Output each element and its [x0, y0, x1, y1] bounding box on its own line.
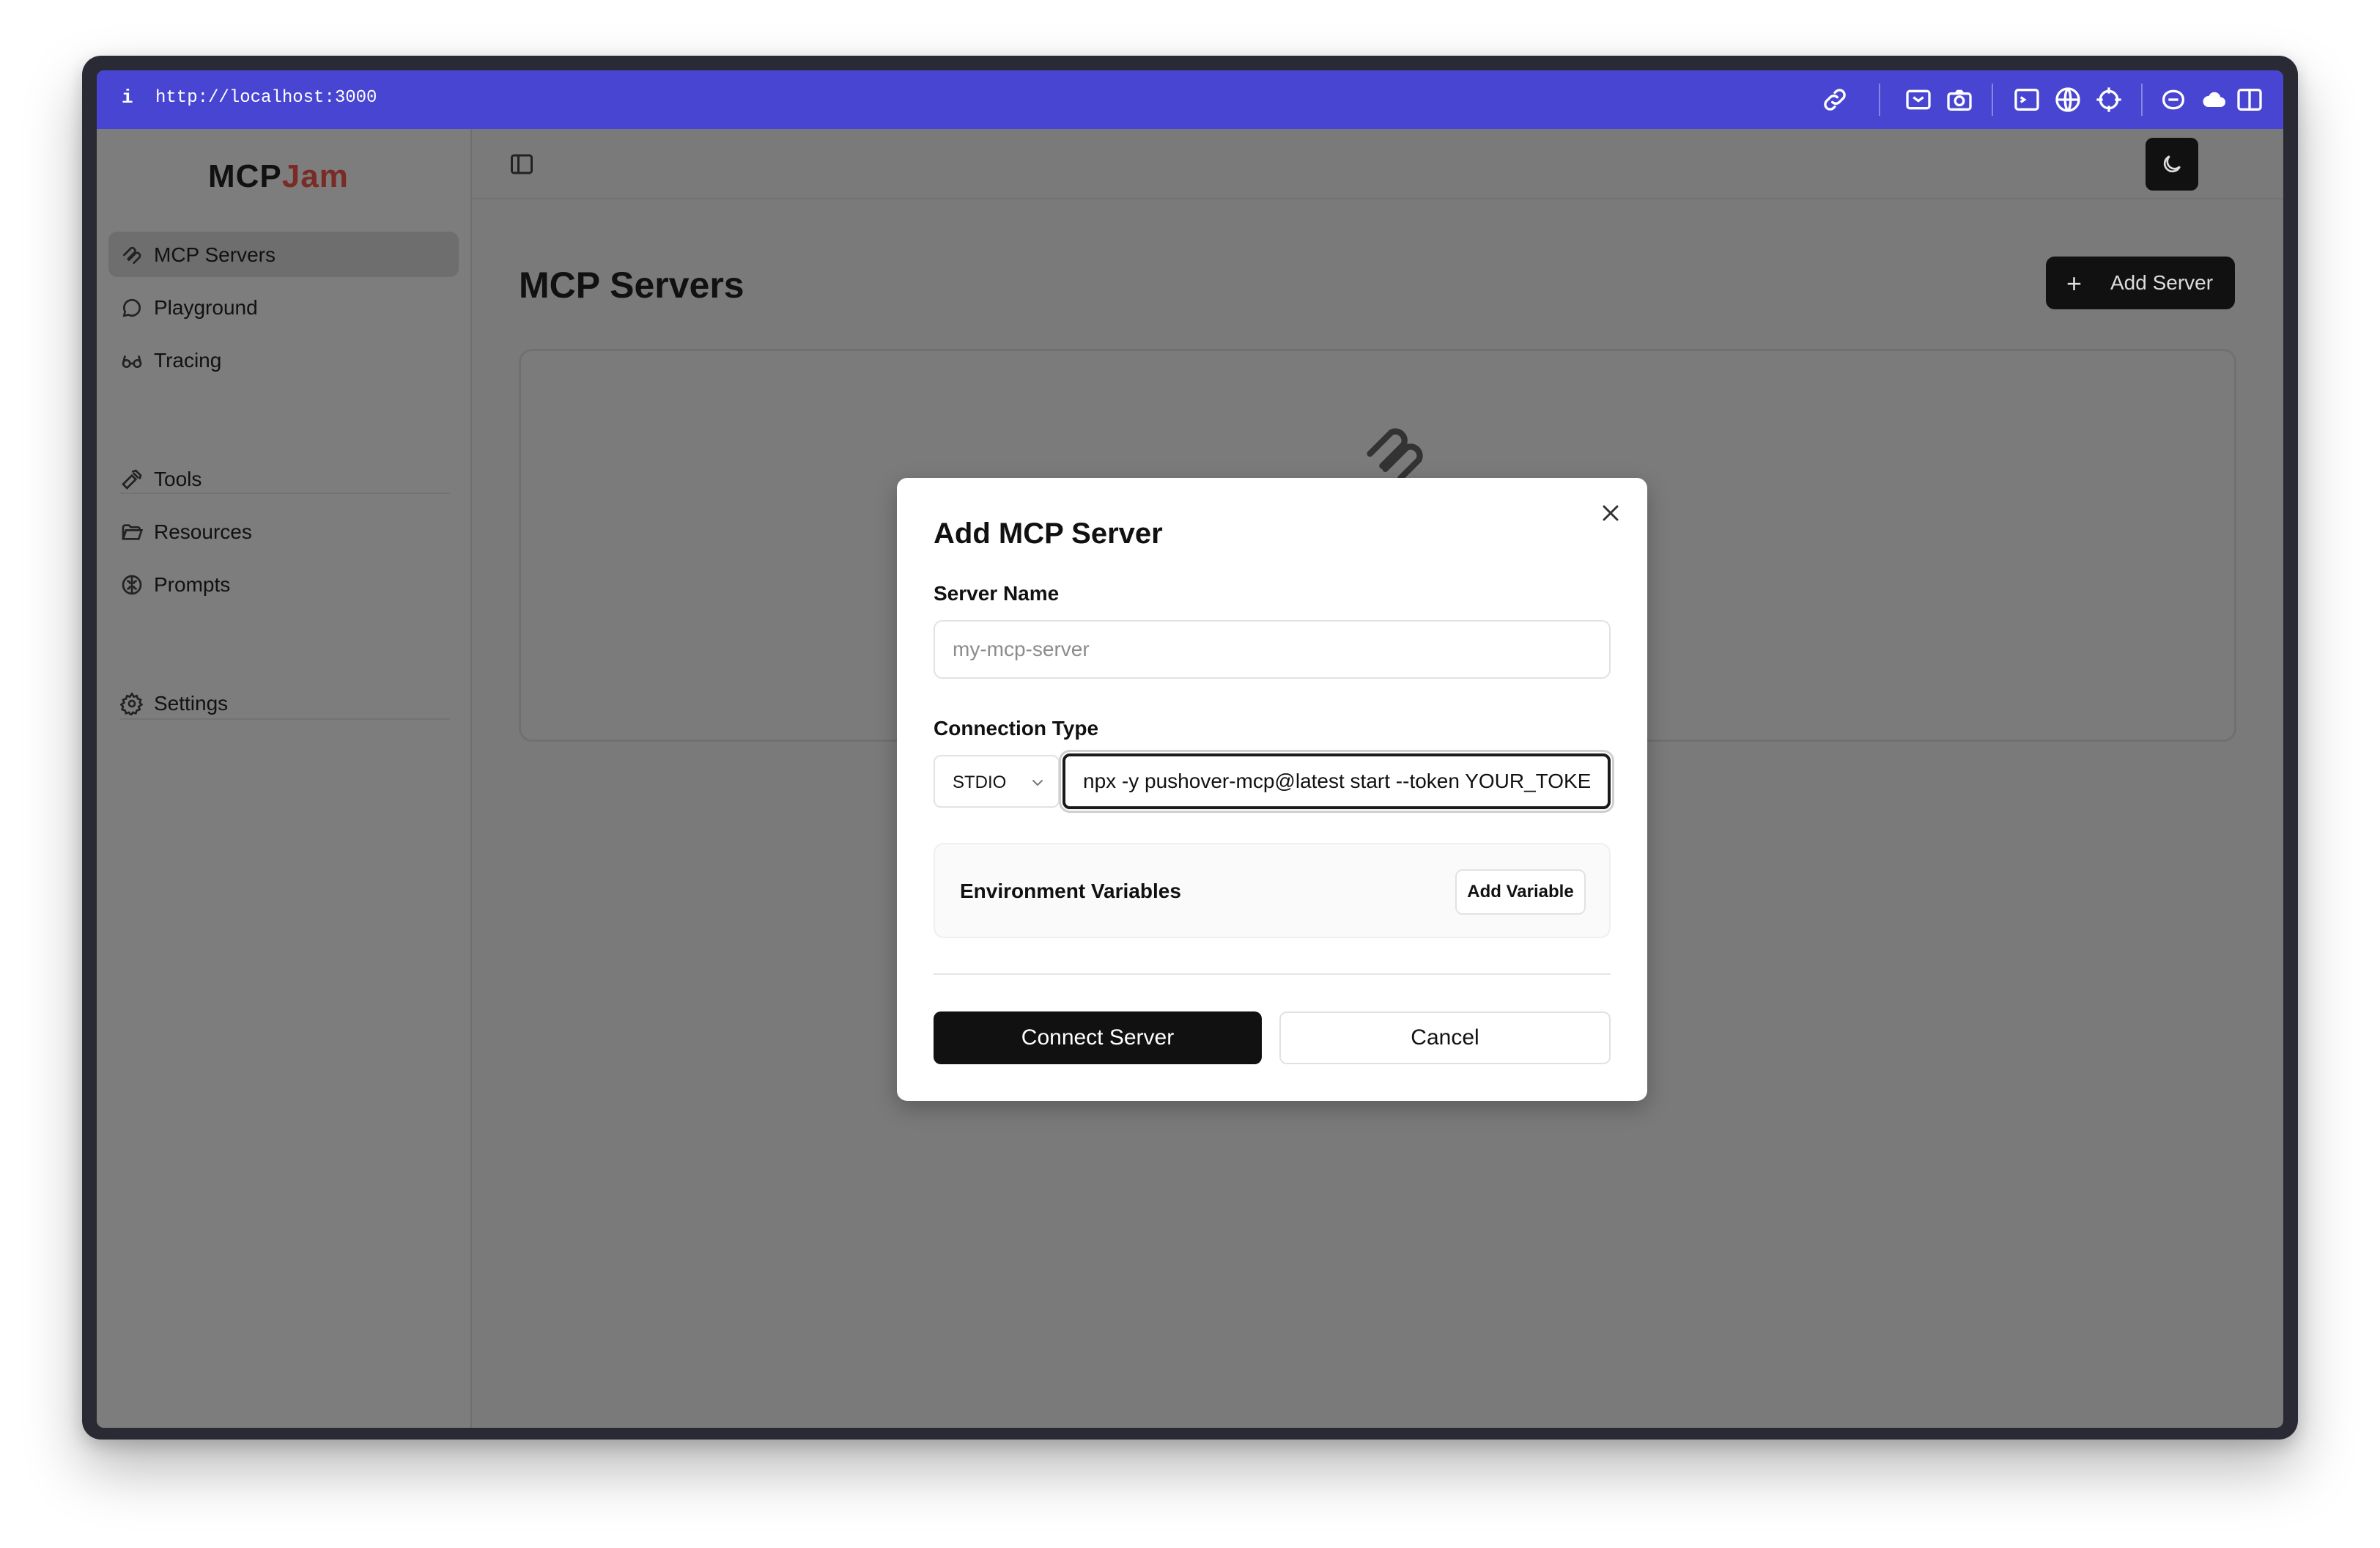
chevron-down-icon — [1029, 774, 1046, 792]
window-content: i http://localhost:3000 MCPJam MCP Serve… — [97, 70, 2283, 1428]
sidebar-item-label: Prompts — [154, 573, 231, 596]
sidebar-item-label: Settings — [154, 692, 229, 715]
screenshot-window-icon[interactable] — [1904, 85, 1933, 114]
brain-icon — [120, 573, 144, 597]
add-server-dialog: Add MCP Server Server Name Connection Ty… — [897, 478, 1647, 1101]
page-title: MCP Servers — [519, 265, 744, 306]
glasses-icon — [120, 349, 144, 372]
crosshair-icon[interactable] — [2094, 85, 2124, 114]
toolbar-divider — [1879, 84, 1880, 116]
close-icon[interactable] — [1597, 500, 1624, 526]
cloud-icon[interactable] — [2200, 85, 2229, 114]
environment-variables-section: Environment Variables Add Variable — [934, 843, 1611, 938]
sidebar-item-label: Tools — [154, 468, 202, 490]
app-window: i http://localhost:3000 MCPJam MCP Serve… — [82, 56, 2298, 1440]
sidebar-item-label: MCP Servers — [154, 243, 276, 266]
dialog-divider — [934, 973, 1611, 975]
sidebar-item-label: Resources — [154, 520, 252, 543]
sidebar-item-playground[interactable]: Playground — [108, 284, 459, 330]
sidebar-item-tools[interactable]: Tools — [108, 456, 459, 501]
sidebar-item-mcp-servers[interactable]: MCP Servers — [108, 232, 459, 277]
app-logo[interactable]: MCPJam — [208, 158, 349, 195]
add-server-label: Add Server — [2110, 271, 2214, 294]
extensions-icon[interactable] — [2159, 85, 2188, 114]
sidebar-item-resources[interactable]: Resources — [108, 509, 459, 554]
main-header — [472, 129, 2283, 199]
connection-type-value: STDIO — [953, 773, 1007, 792]
split-view-icon[interactable] — [2235, 85, 2264, 114]
sidebar-item-settings[interactable]: Settings — [108, 680, 459, 726]
theme-toggle-button[interactable] — [2146, 138, 2198, 191]
hammer-icon — [120, 468, 144, 491]
connection-type-select[interactable]: STDIO — [934, 755, 1060, 808]
sidebar-item-prompts[interactable]: Prompts — [108, 561, 459, 607]
connect-server-button[interactable]: Connect Server — [934, 1011, 1262, 1064]
add-variable-button[interactable]: Add Variable — [1455, 869, 1586, 915]
gear-icon — [119, 692, 144, 718]
logo-text-mcp: MCP — [208, 158, 282, 194]
sidebar-item-label: Tracing — [154, 349, 222, 372]
command-input[interactable] — [1059, 750, 1614, 813]
dialog-title: Add MCP Server — [934, 517, 1163, 550]
browser-toolbar: i http://localhost:3000 — [97, 70, 2283, 129]
address-bar-url[interactable]: http://localhost:3000 — [155, 88, 377, 108]
sidebar-item-label: Playground — [154, 296, 258, 319]
toolbar-divider — [1992, 84, 1993, 116]
chat-bubble-icon — [120, 296, 144, 320]
link-icon[interactable] — [1820, 85, 1849, 114]
camera-icon[interactable] — [1945, 85, 1974, 114]
logo-text-jam: Jam — [281, 158, 349, 194]
folder-open-icon — [120, 520, 144, 544]
connection-type-label: Connection Type — [934, 717, 1099, 740]
environment-variables-title: Environment Variables — [960, 880, 1181, 902]
plus-icon: + — [2066, 268, 2082, 298]
server-name-label: Server Name — [934, 582, 1060, 605]
moon-icon — [2163, 155, 2181, 173]
terminal-icon[interactable] — [2012, 85, 2041, 114]
sidebar: MCPJam MCP Servers Playground Tracing To… — [97, 129, 472, 1428]
cancel-button[interactable]: Cancel — [1279, 1011, 1611, 1064]
mcp-servers-icon — [120, 243, 144, 267]
toolbar-divider — [2141, 84, 2143, 116]
sidebar-item-tracing[interactable]: Tracing — [108, 337, 459, 383]
sidebar-toggle-icon[interactable] — [509, 151, 535, 177]
info-icon[interactable]: i — [122, 86, 133, 108]
globe-icon[interactable] — [2053, 85, 2082, 114]
server-name-input[interactable] — [934, 620, 1611, 679]
add-server-button[interactable]: + Add Server — [2046, 257, 2235, 309]
